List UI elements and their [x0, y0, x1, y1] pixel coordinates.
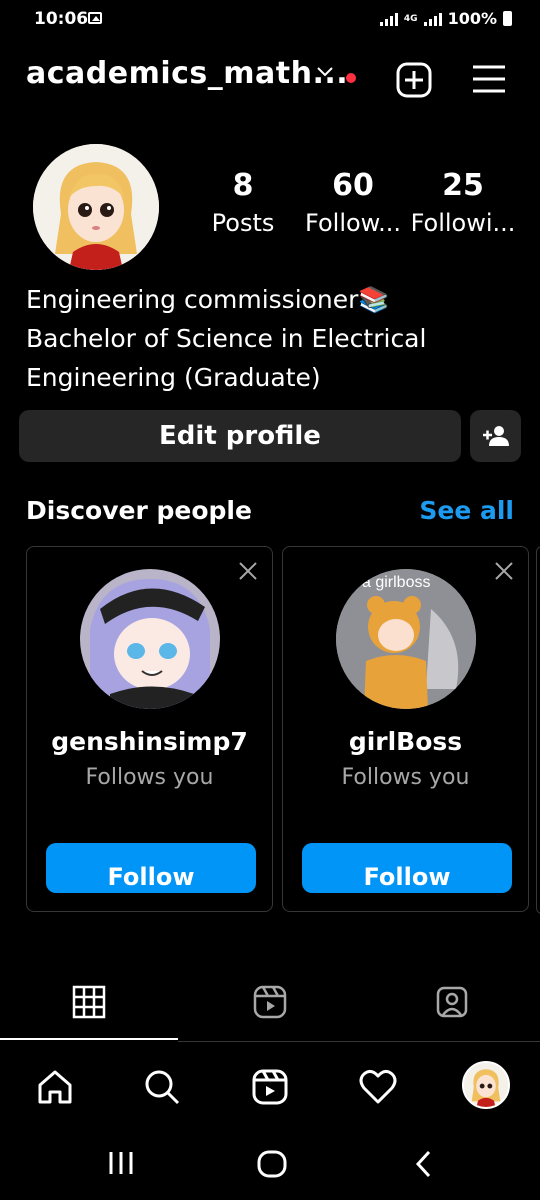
- reels-icon[interactable]: [253, 985, 287, 1019]
- stat-followers[interactable]: 60 Follow...: [298, 168, 408, 237]
- suggestion-avatar[interactable]: [80, 569, 220, 709]
- stat-following[interactable]: 25 Followi...: [408, 168, 518, 237]
- discover-people-title: Discover people: [26, 496, 252, 525]
- stat-posts-value: 8: [232, 168, 254, 203]
- status-time: 10:06: [34, 9, 89, 29]
- create-post-icon[interactable]: [396, 62, 432, 98]
- network-type: 4G: [403, 13, 418, 24]
- profile-tabs: [0, 975, 540, 1045]
- suggestion-card-partial: [536, 546, 540, 914]
- profile-avatar[interactable]: [33, 144, 159, 270]
- follow-button[interactable]: Follow: [46, 843, 256, 893]
- stat-posts[interactable]: 8 Posts: [188, 168, 298, 237]
- system-nav-bar: [0, 1122, 540, 1200]
- battery-icon: [503, 11, 512, 26]
- signal-icon: [379, 12, 398, 26]
- suggestion-avatar[interactable]: a girlboss: [336, 569, 476, 709]
- back-icon[interactable]: [414, 1150, 432, 1178]
- bio-line: Engineering commissioner📚: [26, 285, 390, 314]
- photo-caption: a girlboss: [362, 574, 430, 591]
- suggestion-card: genshinsimp7 Follows you Follow: [26, 546, 273, 912]
- stat-following-label: Followi...: [410, 209, 516, 237]
- profile-tab-avatar[interactable]: [462, 1061, 510, 1109]
- status-bar: 10:06 4G 100%: [0, 0, 540, 40]
- close-icon[interactable]: [494, 561, 514, 581]
- search-icon[interactable]: [143, 1068, 181, 1106]
- tagged-icon[interactable]: [435, 985, 469, 1019]
- recent-apps-icon[interactable]: [107, 1150, 135, 1176]
- discover-people-button[interactable]: [470, 410, 521, 462]
- account-username[interactable]: academics_math...: [26, 56, 348, 91]
- chevron-down-icon[interactable]: [316, 66, 334, 78]
- add-person-icon: [482, 426, 509, 446]
- home-button-icon[interactable]: [257, 1150, 287, 1178]
- suggestion-subtitle: Follows you: [341, 765, 470, 790]
- signal-icon-2: [423, 12, 442, 26]
- status-right: 4G 100%: [379, 9, 512, 28]
- bottom-nav: [0, 1056, 540, 1122]
- suggestion-card: a girlboss girlBoss Follows you Follow: [282, 546, 529, 912]
- bio-line: Bachelor of Science in Electrical: [26, 324, 427, 353]
- home-icon[interactable]: [36, 1068, 74, 1106]
- stat-posts-label: Posts: [211, 209, 275, 237]
- edit-profile-button[interactable]: Edit profile: [19, 410, 461, 462]
- stat-following-value: 25: [442, 168, 484, 203]
- suggestion-subtitle: Follows you: [85, 765, 214, 790]
- follow-button[interactable]: Follow: [302, 843, 512, 893]
- see-all-link[interactable]: See all: [419, 496, 514, 525]
- suggestion-username[interactable]: girlBoss: [283, 727, 528, 756]
- stat-followers-value: 60: [332, 168, 374, 203]
- heart-icon[interactable]: [358, 1068, 398, 1106]
- battery-percent: 100%: [447, 9, 497, 28]
- tab-divider: [178, 1041, 540, 1042]
- profile-bio: Engineering commissioner📚 Bachelor of Sc…: [26, 280, 426, 397]
- bio-line: Engineering (Graduate): [26, 363, 321, 392]
- active-tab-indicator: [0, 1038, 178, 1040]
- gallery-notification-icon: [88, 12, 102, 24]
- suggestion-username[interactable]: genshinsimp7: [27, 727, 272, 756]
- stat-followers-label: Follow...: [305, 209, 401, 237]
- menu-icon[interactable]: [472, 64, 506, 94]
- reels-icon[interactable]: [251, 1068, 289, 1106]
- notification-dot: [346, 73, 356, 83]
- grid-icon[interactable]: [72, 985, 106, 1019]
- close-icon[interactable]: [238, 561, 258, 581]
